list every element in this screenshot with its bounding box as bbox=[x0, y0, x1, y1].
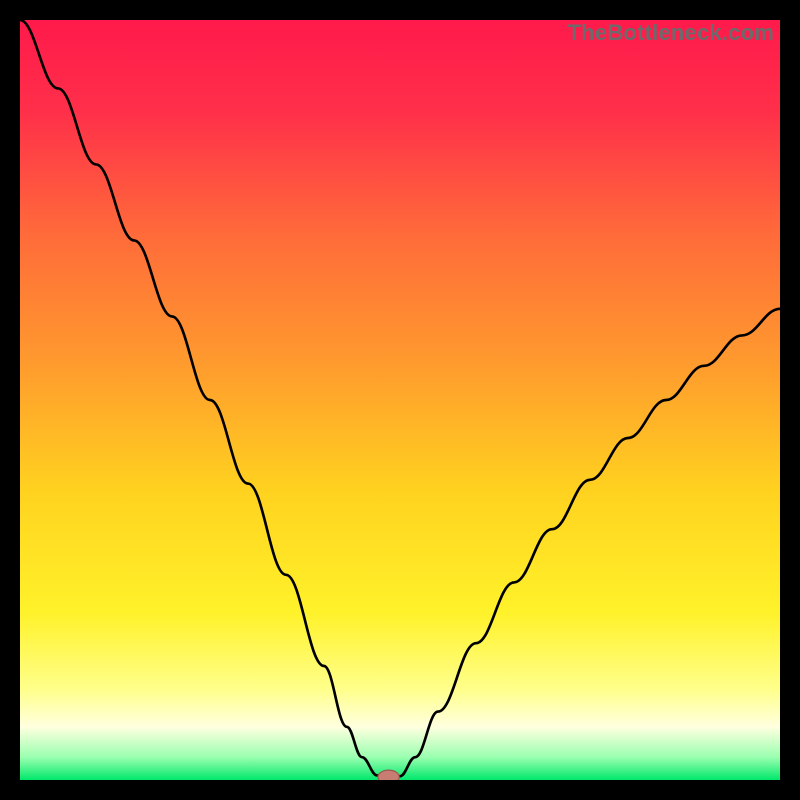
plot-area: TheBottleneck.com bbox=[20, 20, 780, 780]
plot-svg bbox=[20, 20, 780, 780]
watermark-text: TheBottleneck.com bbox=[568, 20, 774, 46]
chart-frame: TheBottleneck.com bbox=[0, 0, 800, 800]
minimum-marker bbox=[378, 770, 399, 780]
